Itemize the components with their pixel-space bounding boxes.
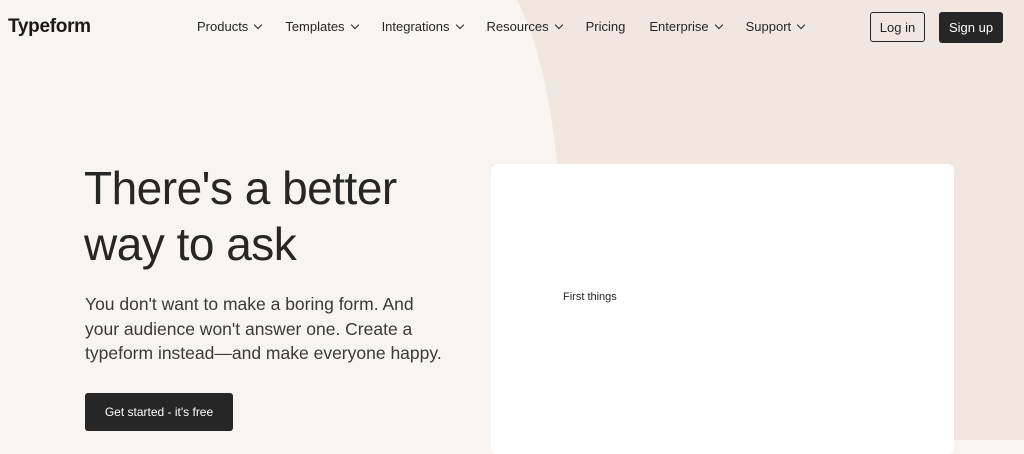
chevron-down-icon [254,20,263,30]
typeform-logo[interactable]: Typeform [8,16,91,38]
get-started-button[interactable]: Get started - it's free [85,393,233,431]
nav-item-label: Pricing [585,19,626,34]
nav-item-integrations[interactable]: Integrations [381,19,464,34]
nav-item-resources[interactable]: Resources [486,19,563,34]
login-button[interactable]: Log in [870,12,925,42]
main-nav: Products Templates Integrations Resource… [197,19,828,34]
hero-title-line: There's a better [84,162,397,214]
hero-subtitle-line: typeform instead—and make everyone happy… [85,343,442,363]
form-preview-card: First things [491,164,954,454]
chevron-down-icon [796,20,806,30]
nav-item-label: Integrations [381,19,450,34]
nav-item-enterprise[interactable]: Enterprise [649,19,723,34]
nav-item-label: Templates [285,19,345,34]
hero-subtitle-line: your audience won't answer one. Create a [85,318,413,339]
hero-subtitle-line: You don't want to make a boring form. An… [85,294,414,314]
nav-item-products[interactable]: Products [197,19,263,34]
chevron-down-icon [714,20,723,30]
nav-item-label: Resources [486,19,549,34]
nav-item-label: Products [197,19,249,34]
hero-subtitle: You don't want to make a boring form. An… [85,292,465,366]
preview-question-text: First things [563,291,617,303]
nav-item-support[interactable]: Support [745,19,806,34]
hero-title: There's a better way to ask [84,160,484,272]
nav-item-label: Support [745,19,792,34]
site-header: Typeform Products Templates Integrations… [0,0,1024,56]
nav-item-pricing[interactable]: Pricing [586,19,626,34]
chevron-down-icon [554,20,563,30]
nav-item-label: Enterprise [649,19,709,34]
nav-item-templates[interactable]: Templates [285,19,359,34]
chevron-down-icon [455,20,464,30]
signup-button[interactable]: Sign up [939,12,1003,43]
chevron-down-icon [350,20,359,30]
hero-title-line: way to ask [84,218,297,270]
